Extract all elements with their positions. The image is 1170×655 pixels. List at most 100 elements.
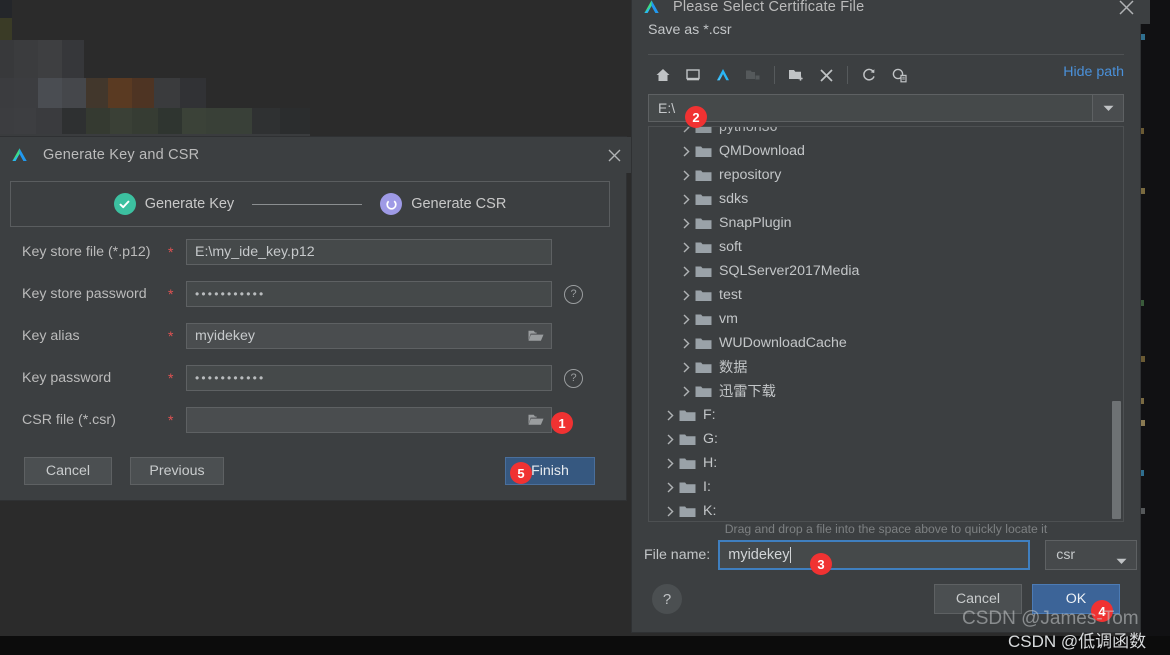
right-dialog-title: Please Select Certificate File xyxy=(673,0,865,15)
step-generate-key[interactable]: Generate Key xyxy=(113,193,235,215)
mosaic-cell xyxy=(62,40,84,78)
chevron-right-icon[interactable] xyxy=(661,457,679,469)
delete-icon[interactable] xyxy=(811,62,841,88)
chevron-right-icon[interactable] xyxy=(677,193,695,205)
chevron-right-icon[interactable] xyxy=(677,385,695,397)
tree-scrollbar-thumb[interactable] xyxy=(1112,401,1121,519)
chevron-down-icon[interactable] xyxy=(1092,95,1123,121)
tree-item[interactable]: QMDownload xyxy=(649,139,1123,163)
new-folder-icon[interactable] xyxy=(781,62,811,88)
mosaic-cell xyxy=(38,78,62,108)
tree-item[interactable]: SnapPlugin xyxy=(649,211,1123,235)
drag-drop-tip: Drag and drop a file into the space abov… xyxy=(724,522,1048,536)
tree-item-label: 数据 xyxy=(719,360,748,376)
chevron-right-icon[interactable] xyxy=(661,409,679,421)
field-label: CSR file (*.csr) xyxy=(22,412,116,428)
chevron-right-icon[interactable] xyxy=(677,241,695,253)
folder-icon xyxy=(695,217,712,230)
file-name-label: File name: xyxy=(644,547,711,563)
field-input[interactable]: myidekey xyxy=(186,323,552,349)
tree-item[interactable]: test xyxy=(649,283,1123,307)
chevron-right-icon[interactable] xyxy=(677,337,695,349)
field-input[interactable]: ••••••••••• xyxy=(186,365,552,391)
close-icon[interactable] xyxy=(1114,0,1138,19)
tree-item-label: SnapPlugin xyxy=(719,215,792,231)
help-button[interactable]: ? xyxy=(652,584,682,614)
tree-item[interactable]: G: xyxy=(649,427,1123,451)
tree-item-label: H: xyxy=(703,455,718,471)
chevron-right-icon[interactable] xyxy=(661,505,679,517)
help-icon[interactable]: ? xyxy=(564,368,583,388)
home-icon[interactable] xyxy=(648,62,678,88)
edge-speck xyxy=(1140,470,1144,476)
folder-icon xyxy=(695,193,712,206)
path-field-value: E:\ xyxy=(658,100,676,116)
hide-path-link[interactable]: Hide path xyxy=(1063,64,1124,80)
tree-item[interactable]: sdks xyxy=(649,187,1123,211)
field-input[interactable]: E:\my_ide_key.p12 xyxy=(186,239,552,265)
cancel-button[interactable]: Cancel xyxy=(24,457,112,485)
tree-item[interactable]: 迅雷下载 xyxy=(649,379,1123,403)
edge-speck xyxy=(1140,300,1144,306)
chevron-right-icon[interactable] xyxy=(661,433,679,445)
path-field[interactable]: E:\ xyxy=(648,94,1124,122)
chevron-right-icon[interactable] xyxy=(661,481,679,493)
step-generate-csr[interactable]: Generate CSR xyxy=(380,193,506,215)
close-icon[interactable] xyxy=(602,143,626,167)
mosaic-cell xyxy=(0,18,12,40)
tree-item[interactable]: I: xyxy=(649,475,1123,499)
folder-icon xyxy=(695,265,712,278)
tree-item-label: repository xyxy=(719,167,782,183)
desktop-icon[interactable] xyxy=(678,62,708,88)
tree-item[interactable]: python36 xyxy=(649,127,1123,139)
edge-speck xyxy=(1141,356,1145,362)
toolbar-divider xyxy=(774,66,775,84)
tree-item[interactable]: soft xyxy=(649,235,1123,259)
tree-item[interactable]: 数据 xyxy=(649,355,1123,379)
folder-browse-icon[interactable] xyxy=(528,413,544,427)
tree-item[interactable]: vm xyxy=(649,307,1123,331)
field-input[interactable] xyxy=(186,407,552,433)
tree-item[interactable]: F: xyxy=(649,403,1123,427)
chevron-right-icon[interactable] xyxy=(677,169,695,181)
chevron-right-icon[interactable] xyxy=(677,361,695,373)
chevron-right-icon[interactable] xyxy=(677,145,695,157)
chevron-down-icon xyxy=(1116,552,1127,570)
mosaic-cell xyxy=(0,0,12,18)
tree-item-label: soft xyxy=(719,239,742,255)
step-generate-csr-label: Generate CSR xyxy=(411,196,507,212)
help-icon[interactable]: ? xyxy=(564,284,583,304)
save-as-subtitle: Save as *.csr xyxy=(648,22,732,38)
field-input[interactable]: ••••••••••• xyxy=(186,281,552,307)
extension-select[interactable]: csr xyxy=(1045,540,1138,570)
mosaic-cell xyxy=(180,78,206,108)
chevron-right-icon[interactable] xyxy=(677,313,695,325)
tree-item[interactable]: repository xyxy=(649,163,1123,187)
project-icon[interactable] xyxy=(708,62,738,88)
file-name-input[interactable]: myidekey xyxy=(718,540,1031,570)
tree-item-label: sdks xyxy=(719,191,749,207)
tree-item[interactable]: WUDownloadCache xyxy=(649,331,1123,355)
text-caret xyxy=(790,547,792,563)
tree-item[interactable]: K: xyxy=(649,499,1123,521)
chevron-right-icon[interactable] xyxy=(677,217,695,229)
chevron-right-icon[interactable] xyxy=(677,289,695,301)
mosaic-cell xyxy=(14,40,38,78)
folder-icon xyxy=(695,385,712,398)
show-hidden-icon[interactable] xyxy=(884,62,914,88)
chevron-right-icon[interactable] xyxy=(677,265,695,277)
folder-icon xyxy=(679,433,696,446)
refresh-icon[interactable] xyxy=(854,62,884,88)
field-value: ••••••••••• xyxy=(195,371,266,385)
folder-browse-icon[interactable] xyxy=(528,329,544,343)
tree-item-label: I: xyxy=(703,479,711,495)
wizard-stepper: Generate Key Generate CSR xyxy=(10,181,610,227)
previous-button[interactable]: Previous xyxy=(130,457,224,485)
step-generate-key-label: Generate Key xyxy=(144,196,235,212)
tree-item[interactable]: SQLServer2017Media xyxy=(649,259,1123,283)
directory-tree[interactable]: python36 QMDownload repository sdks SnapPlug… xyxy=(648,126,1124,522)
stepper-connector xyxy=(252,203,363,205)
folder-icon xyxy=(695,241,712,254)
tree-item[interactable]: H: xyxy=(649,451,1123,475)
folder-icon xyxy=(695,289,712,302)
